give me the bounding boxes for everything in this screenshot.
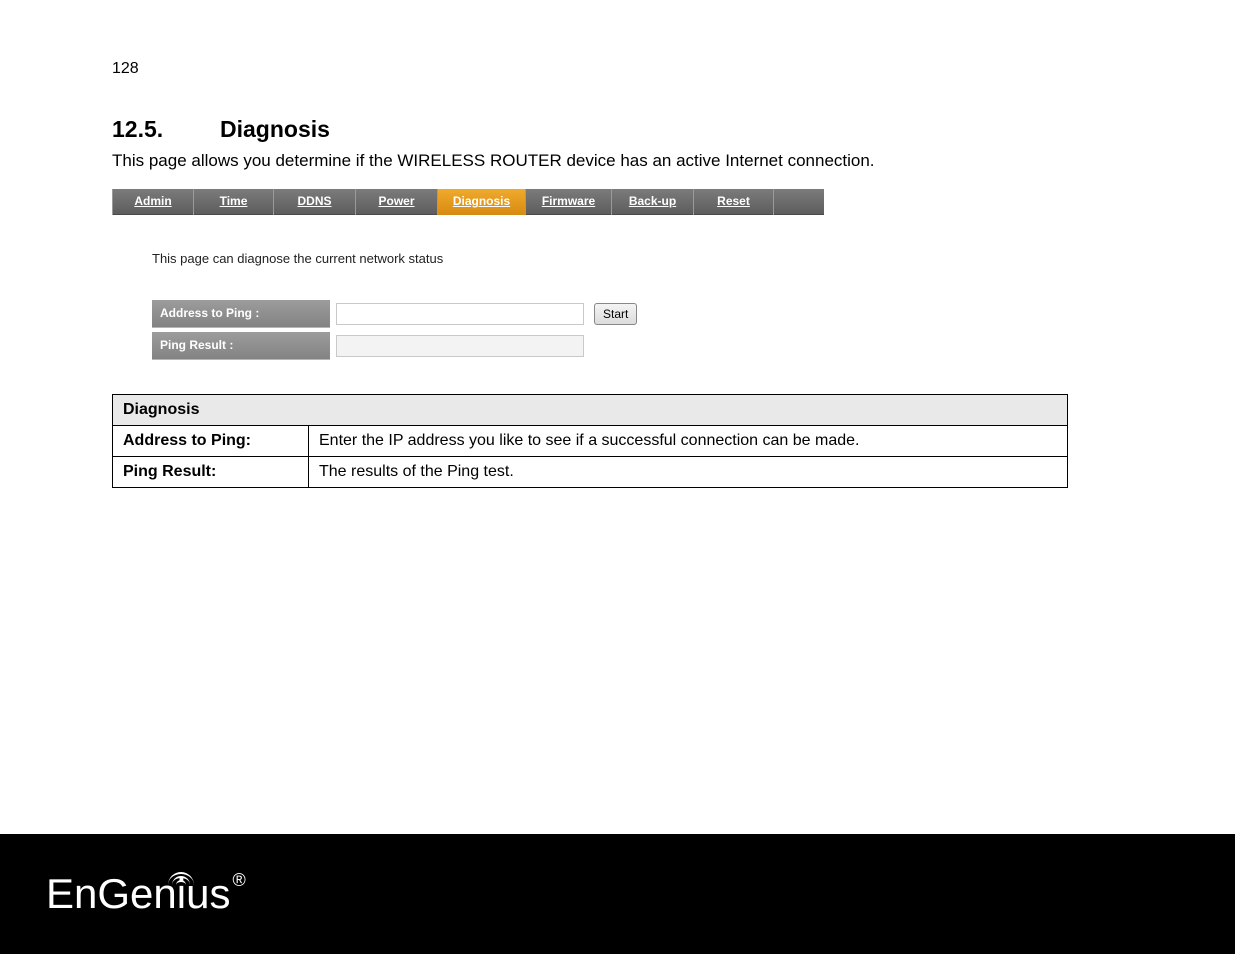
- tab-diagnosis[interactable]: Diagnosis: [438, 189, 526, 215]
- tab-firmware[interactable]: Firmware: [526, 189, 612, 215]
- ping-result-output: [336, 335, 584, 357]
- row-label: Address to Ping:: [113, 426, 309, 457]
- wifi-icon: [167, 865, 195, 885]
- section-heading: 12.5.Diagnosis: [112, 116, 1125, 143]
- registered-mark: ®: [232, 871, 245, 889]
- section-title: Diagnosis: [220, 116, 330, 142]
- engenius-logo: EnGenius®: [46, 873, 246, 915]
- tab-ddns[interactable]: DDNS: [274, 189, 356, 215]
- page-number: 128: [112, 60, 1125, 78]
- router-screenshot: Admin Time DDNS Power Diagnosis Firmware…: [112, 189, 824, 370]
- tab-backup[interactable]: Back-up: [612, 189, 694, 215]
- tab-bar: Admin Time DDNS Power Diagnosis Firmware…: [112, 189, 824, 215]
- table-header: Diagnosis: [113, 395, 1068, 426]
- tab-time[interactable]: Time: [194, 189, 274, 215]
- diagnosis-description-table: Diagnosis Address to Ping: Enter the IP …: [112, 394, 1068, 488]
- tab-admin[interactable]: Admin: [112, 189, 194, 215]
- tab-reset[interactable]: Reset: [694, 189, 774, 215]
- address-to-ping-input[interactable]: [336, 303, 584, 325]
- tab-power[interactable]: Power: [356, 189, 438, 215]
- row-desc: The results of the Ping test.: [309, 457, 1068, 488]
- table-row: Ping Result: The results of the Ping tes…: [113, 457, 1068, 488]
- section-intro: This page allows you determine if the WI…: [112, 151, 1125, 171]
- ping-result-label: Ping Result :: [152, 332, 330, 360]
- panel-description: This page can diagnose the current netwo…: [152, 251, 824, 266]
- section-number: 12.5.: [112, 116, 220, 143]
- start-button[interactable]: Start: [594, 303, 637, 325]
- page-footer: EnGenius®: [0, 834, 1235, 954]
- address-to-ping-label: Address to Ping :: [152, 300, 330, 328]
- table-row: Address to Ping: Enter the IP address yo…: [113, 426, 1068, 457]
- row-desc: Enter the IP address you like to see if …: [309, 426, 1068, 457]
- row-label: Ping Result:: [113, 457, 309, 488]
